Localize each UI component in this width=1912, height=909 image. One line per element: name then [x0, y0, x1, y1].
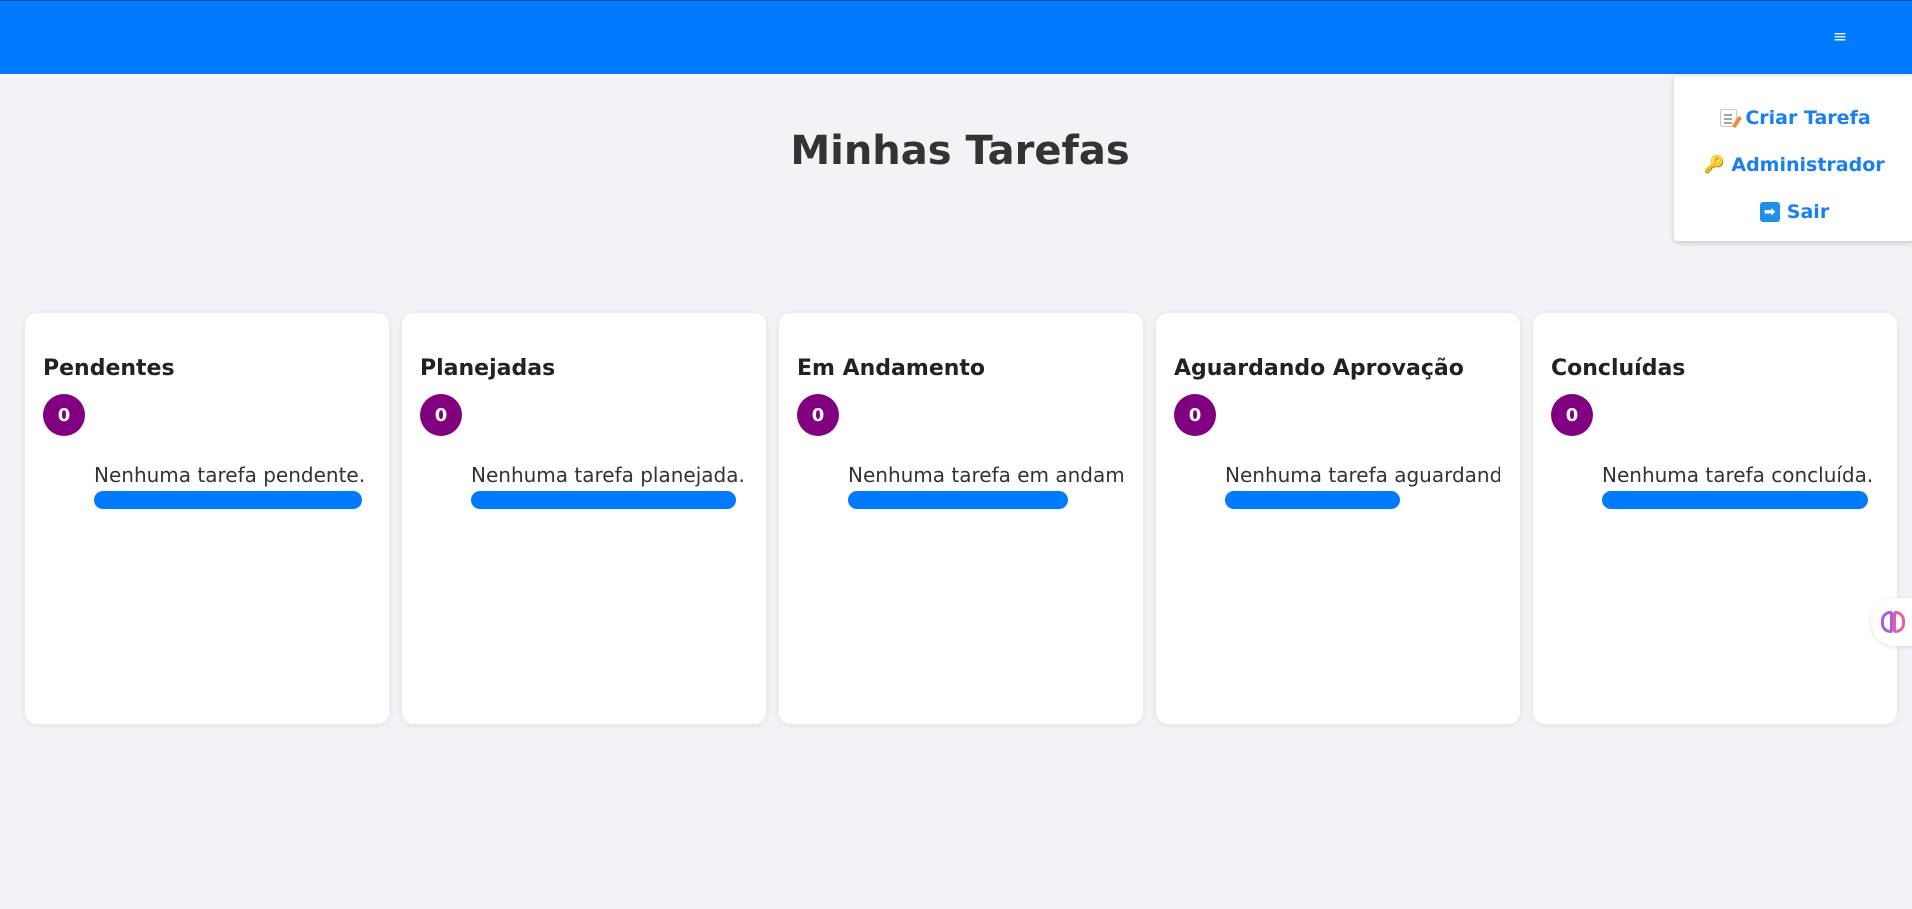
- column-completed: Concluídas 0 Nenhuma tarefa concluída.: [1533, 313, 1897, 724]
- assistant-widget-button[interactable]: [1871, 598, 1912, 646]
- count-badge: 0: [420, 394, 462, 436]
- column-title: Aguardando Aprovação: [1174, 356, 1464, 381]
- memo-icon: [1717, 108, 1739, 128]
- column-title: Concluídas: [1551, 356, 1686, 381]
- column-pending: Pendentes 0 Nenhuma tarefa pendente.: [25, 313, 389, 724]
- count-badge: 0: [797, 394, 839, 436]
- column-in-progress: Em Andamento 0 Nenhuma tarefa em andamen…: [779, 313, 1143, 724]
- empty-message: Nenhuma tarefa planejada.: [471, 463, 745, 487]
- horizontal-scrollbar[interactable]: [471, 491, 736, 509]
- arrow-right-icon: ➡: [1759, 201, 1781, 222]
- empty-message: Nenhuma tarefa em andamento.: [848, 463, 1123, 487]
- horizontal-scrollbar[interactable]: [94, 491, 362, 509]
- column-title: Em Andamento: [797, 356, 986, 381]
- top-navbar: ≡: [0, 0, 1912, 74]
- column-awaiting-approval: Aguardando Aprovação 0 Nenhuma tarefa ag…: [1156, 313, 1520, 724]
- column-title: Pendentes: [43, 356, 175, 381]
- page-title: Minhas Tarefas: [790, 128, 1130, 174]
- horizontal-scrollbar[interactable]: [848, 491, 1068, 509]
- empty-message: Nenhuma tarefa pendente.: [94, 463, 366, 487]
- logout-label: Sair: [1786, 200, 1830, 223]
- count-badge: 0: [43, 394, 85, 436]
- count-badge: 0: [1174, 394, 1216, 436]
- column-title: Planejadas: [420, 356, 556, 381]
- create-task-label: Criar Tarefa: [1745, 106, 1871, 129]
- empty-message: Nenhuma tarefa concluída.: [1602, 463, 1874, 487]
- horizontal-scrollbar[interactable]: [1225, 491, 1400, 509]
- task-board: Pendentes 0 Nenhuma tarefa pendente. Pla…: [25, 313, 1897, 724]
- empty-message: Nenhuma tarefa aguardando aprovação.: [1225, 463, 1500, 487]
- column-planned: Planejadas 0 Nenhuma tarefa planejada.: [402, 313, 766, 724]
- menu-icon[interactable]: ≡: [1828, 25, 1852, 49]
- count-badge: 0: [1551, 394, 1593, 436]
- logout-link[interactable]: ➡ Sair: [1674, 184, 1912, 239]
- horizontal-scrollbar[interactable]: [1602, 491, 1868, 509]
- brain-icon: [1881, 611, 1905, 633]
